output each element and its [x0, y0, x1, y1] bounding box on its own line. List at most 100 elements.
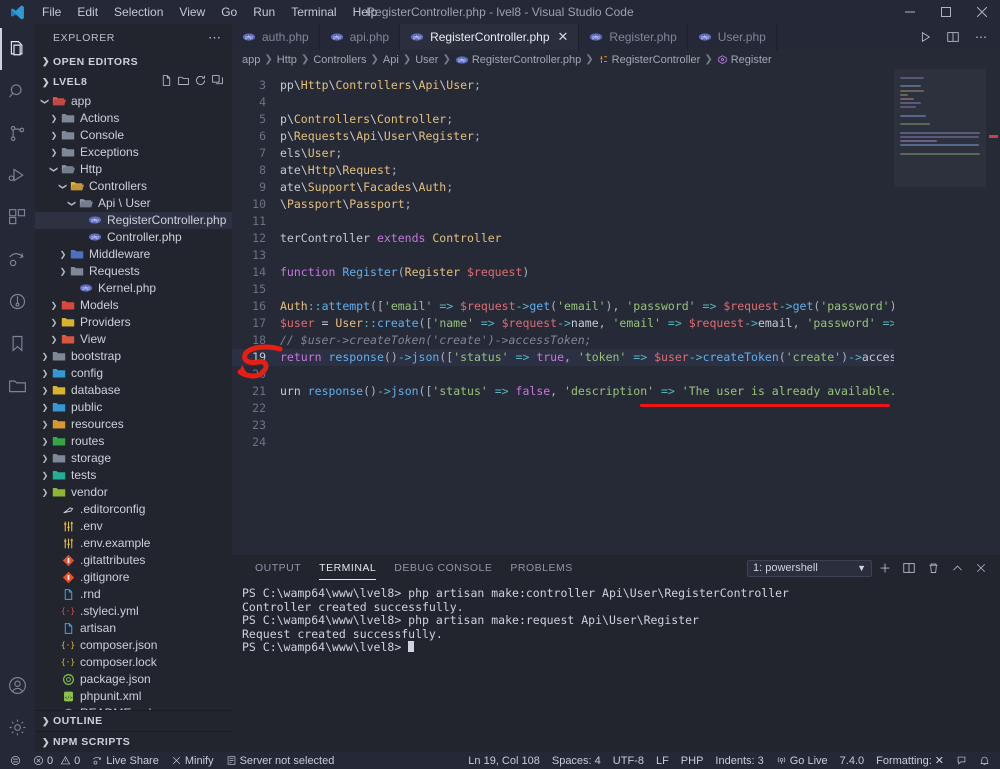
- breadcrumb-item-app[interactable]: app: [242, 54, 260, 66]
- menu-view[interactable]: View: [171, 0, 213, 24]
- new-folder-icon[interactable]: [177, 74, 190, 90]
- tree-item-readme.md[interactable]: i README.md: [35, 705, 232, 710]
- tree-item-composer.lock[interactable]: {·} composer.lock: [35, 654, 232, 671]
- tree-item-.gitignore[interactable]: .gitignore: [35, 569, 232, 586]
- tree-item-controllers[interactable]: ❯ Controllers: [35, 178, 232, 195]
- tree-item-http[interactable]: ❯ Http: [35, 161, 232, 178]
- more-actions-icon[interactable]: ⋯: [968, 24, 994, 50]
- tree-item-composer.json[interactable]: {·} composer.json: [35, 637, 232, 654]
- tree-item-providers[interactable]: ❯ Providers: [35, 314, 232, 331]
- code-content[interactable]: 3 pp\Http\Controllers\Api\User; 4 5 p\Contro…: [232, 69, 894, 451]
- split-terminal-icon[interactable]: [898, 557, 920, 579]
- editor-tab-register-php[interactable]: php Register.php: [579, 24, 688, 50]
- editor-tab-api-php[interactable]: php api.php: [319, 24, 401, 50]
- menu-terminal[interactable]: Terminal: [283, 0, 344, 24]
- bookmark-icon[interactable]: [0, 322, 35, 364]
- panel-tab-problems[interactable]: PROBLEMS: [501, 555, 581, 581]
- status-remote-indicator[interactable]: [4, 752, 27, 769]
- section-project-root[interactable]: ❯ LVEL8: [35, 72, 232, 93]
- terminal-output[interactable]: PS C:\wamp64\www\lvel8> php artisan make…: [232, 581, 1000, 752]
- terminal-selector[interactable]: 1: powershell ▼: [747, 559, 872, 577]
- breadcrumb-item-registercontroller[interactable]: RegisterController: [598, 54, 700, 66]
- kill-terminal-icon[interactable]: [922, 557, 944, 579]
- tree-item-package.json[interactable]: package.json: [35, 671, 232, 688]
- tree-item-.styleci.yml[interactable]: {·} .styleci.yml: [35, 603, 232, 620]
- formatting-close-icon[interactable]: ✕: [935, 754, 944, 767]
- tree-item-requests[interactable]: ❯ Requests: [35, 263, 232, 280]
- menu-file[interactable]: File: [34, 0, 69, 24]
- tree-item-storage[interactable]: ❯ storage: [35, 450, 232, 467]
- breadcrumb-item-registercontroller-php[interactable]: php RegisterController.php: [455, 53, 581, 67]
- status-go-live[interactable]: Go Live: [770, 752, 834, 769]
- tree-item-phpunit.xml[interactable]: </> phpunit.xml: [35, 688, 232, 705]
- editor-tab-auth-php[interactable]: php auth.php: [232, 24, 320, 50]
- tree-item-controller.php[interactable]: php Controller.php: [35, 229, 232, 246]
- breadcrumb-item-api[interactable]: Api: [383, 54, 399, 66]
- tree-item-.env.example[interactable]: .env.example: [35, 535, 232, 552]
- status-language-mode[interactable]: PHP: [675, 752, 710, 769]
- extensions-icon[interactable]: [0, 196, 35, 238]
- file-tree[interactable]: ❯ app ❯ Actions ❯ Console ❯ Exceptions ❯ Http ❯ Con…: [35, 93, 232, 710]
- maximize-button[interactable]: [928, 0, 964, 24]
- tab-close-icon[interactable]: ✕: [558, 29, 569, 45]
- live-share-icon[interactable]: [0, 238, 35, 280]
- tree-item-vendor[interactable]: ❯ vendor: [35, 484, 232, 501]
- search-icon[interactable]: [0, 70, 35, 112]
- tree-item-.editorconfig[interactable]: .editorconfig: [35, 501, 232, 518]
- tree-item-view[interactable]: ❯ View: [35, 331, 232, 348]
- overview-ruler[interactable]: [986, 69, 1000, 555]
- status-server[interactable]: Server not selected: [220, 752, 341, 769]
- status-minify[interactable]: Minify: [165, 752, 220, 769]
- tree-item-database[interactable]: ❯ database: [35, 382, 232, 399]
- breadcrumb-item-controllers[interactable]: Controllers: [313, 54, 366, 66]
- new-terminal-icon[interactable]: [874, 557, 896, 579]
- tree-item-resources[interactable]: ❯ resources: [35, 416, 232, 433]
- status-formatting[interactable]: Formatting: ✕: [870, 752, 950, 769]
- run-php-icon[interactable]: [912, 24, 938, 50]
- status-problems[interactable]: 0 0: [27, 752, 86, 769]
- tree-item-public[interactable]: ❯ public: [35, 399, 232, 416]
- status-cursor-position[interactable]: Ln 19, Col 108: [462, 752, 546, 769]
- tree-item-kernel.php[interactable]: php Kernel.php: [35, 280, 232, 297]
- minimize-button[interactable]: [892, 0, 928, 24]
- run-debug-icon[interactable]: [0, 154, 35, 196]
- status-indentation[interactable]: Spaces: 4: [546, 752, 607, 769]
- breadcrumb-item-register[interactable]: Register: [717, 54, 772, 66]
- editor-tab-user-php[interactable]: php User.php: [687, 24, 777, 50]
- status-notifications[interactable]: [973, 752, 996, 769]
- source-control-icon[interactable]: [0, 112, 35, 154]
- sidebar-more-icon[interactable]: ⋯: [208, 30, 222, 46]
- code-editor[interactable]: 3 pp\Http\Controllers\Api\User; 4 5 p\Contro…: [232, 69, 1000, 555]
- tree-item-api-user[interactable]: ❯ Api \ User: [35, 195, 232, 212]
- tree-item-config[interactable]: ❯ config: [35, 365, 232, 382]
- breadcrumb-item-http[interactable]: Http: [277, 54, 297, 66]
- tree-item-.gitattributes[interactable]: .gitattributes: [35, 552, 232, 569]
- tree-item-console[interactable]: ❯ Console: [35, 127, 232, 144]
- tree-item-tests[interactable]: ❯ tests: [35, 467, 232, 484]
- project-manager-icon[interactable]: [0, 364, 35, 406]
- tree-item-artisan[interactable]: artisan: [35, 620, 232, 637]
- close-button[interactable]: [964, 0, 1000, 24]
- status-feedback[interactable]: [950, 752, 973, 769]
- tree-item-registercontroller.php[interactable]: php RegisterController.php: [35, 211, 232, 229]
- section-npm-scripts[interactable]: ❯ NPM SCRIPTS: [35, 731, 232, 752]
- tree-item-bootstrap[interactable]: ❯ bootstrap: [35, 348, 232, 365]
- tree-item-app[interactable]: ❯ app: [35, 93, 232, 110]
- section-open-editors[interactable]: ❯ OPEN EDITORS: [35, 51, 232, 72]
- panel-tab-terminal[interactable]: TERMINAL: [310, 555, 385, 581]
- panel-tab-output[interactable]: OUTPUT: [246, 555, 310, 581]
- status-encoding[interactable]: UTF-8: [607, 752, 650, 769]
- code-viewport[interactable]: 3 pp\Http\Controllers\Api\User; 4 5 p\Contro…: [232, 69, 894, 555]
- collapse-all-icon[interactable]: [211, 74, 224, 90]
- menu-help[interactable]: Help: [345, 0, 386, 24]
- split-editor-icon[interactable]: [940, 24, 966, 50]
- tree-item-actions[interactable]: ❯ Actions: [35, 110, 232, 127]
- new-file-icon[interactable]: [160, 74, 173, 90]
- explorer-icon[interactable]: [0, 28, 35, 70]
- settings-gear-icon[interactable]: [0, 706, 35, 748]
- status-eol[interactable]: LF: [650, 752, 675, 769]
- test-icon[interactable]: [0, 280, 35, 322]
- editor-tab-registercontroller-php[interactable]: php RegisterController.php ✕: [400, 24, 580, 50]
- refresh-icon[interactable]: [194, 74, 207, 90]
- status-indents[interactable]: Indents: 3: [709, 752, 769, 769]
